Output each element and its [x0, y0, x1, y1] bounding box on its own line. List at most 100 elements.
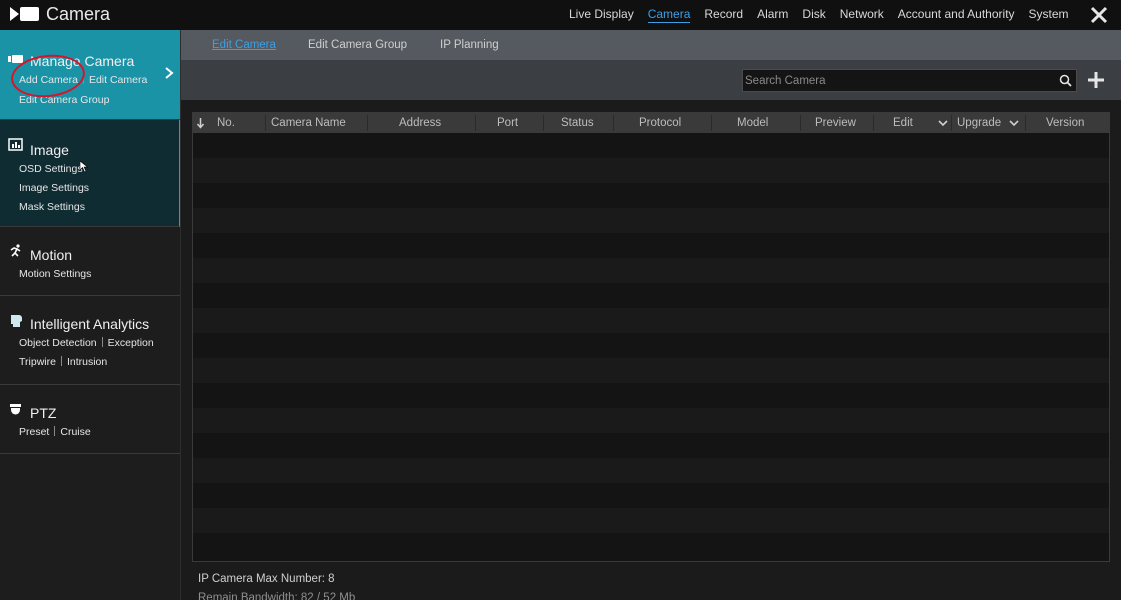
column-header-upgrade[interactable]: Upgrade [957, 117, 1001, 129]
table-header: No. Camera Name Address Port Status Prot… [193, 113, 1109, 133]
analytics-links-row1: Object Detection Exception [19, 337, 154, 349]
column-header-address[interactable]: Address [399, 117, 441, 129]
ptz-links: Preset Cruise [19, 426, 91, 438]
table-row [193, 158, 1109, 183]
sidebar-section-motion[interactable]: Motion Motion Settings [0, 227, 180, 296]
table-row [193, 133, 1109, 158]
chevron-down-icon[interactable] [1009, 120, 1019, 127]
sidebar-section-manage-camera[interactable]: Manage Camera Add Camera Edit Camera Edit… [0, 30, 180, 120]
link-object-detection[interactable]: Object Detection [19, 337, 97, 349]
table-row [193, 233, 1109, 258]
table-row [193, 408, 1109, 433]
link-edit-camera[interactable]: Edit Camera [89, 74, 147, 86]
column-header-protocol[interactable]: Protocol [639, 117, 681, 129]
table-row [193, 183, 1109, 208]
table-row [193, 333, 1109, 358]
camera-logo-icon [10, 7, 39, 21]
nav-system[interactable]: System [1022, 0, 1076, 30]
sidebar-section-image[interactable]: Image OSD Settings Image Settings Mask S… [0, 120, 180, 227]
table-body [193, 133, 1109, 561]
column-header-port[interactable]: Port [497, 117, 518, 129]
camera-table: No. Camera Name Address Port Status Prot… [192, 112, 1110, 562]
nav-record[interactable]: Record [697, 0, 750, 30]
column-divider [613, 115, 614, 131]
tab-bar: Edit Camera Edit Camera Group IP Plannin… [181, 30, 1121, 60]
section-title-image[interactable]: Image [30, 142, 69, 158]
column-header-camera-name[interactable]: Camera Name [271, 117, 346, 129]
nav-camera[interactable]: Camera [641, 0, 698, 30]
column-divider [543, 115, 544, 131]
column-header-model[interactable]: Model [737, 117, 768, 129]
column-divider [951, 115, 952, 131]
table-row [193, 458, 1109, 483]
link-preset[interactable]: Preset [19, 426, 49, 438]
tab-edit-camera-group[interactable]: Edit Camera Group [308, 39, 407, 51]
sort-arrow-down-icon[interactable] [196, 117, 205, 129]
column-divider [367, 115, 368, 131]
top-navigation: Live Display Camera Record Alarm Disk Ne… [562, 0, 1076, 30]
section-title-motion[interactable]: Motion [30, 247, 72, 263]
nav-account-and-authority[interactable]: Account and Authority [891, 0, 1022, 30]
column-header-version[interactable]: Version [1046, 117, 1084, 129]
ptz-dome-camera-icon [10, 404, 21, 415]
chevron-right-icon[interactable] [164, 66, 174, 80]
column-divider [265, 115, 266, 131]
link-motion-settings[interactable]: Motion Settings [19, 268, 91, 280]
table-row [193, 208, 1109, 233]
brain-head-icon [11, 315, 22, 327]
tab-edit-camera[interactable]: Edit Camera [212, 39, 276, 51]
column-header-edit[interactable]: Edit [893, 117, 913, 129]
link-separator [60, 356, 62, 366]
link-intrusion[interactable]: Intrusion [67, 356, 107, 368]
nav-live-display[interactable]: Live Display [562, 0, 641, 30]
close-icon[interactable] [1088, 4, 1110, 26]
search-icon[interactable] [1059, 74, 1072, 87]
column-divider [475, 115, 476, 131]
nav-disk[interactable]: Disk [795, 0, 832, 30]
running-person-icon [10, 244, 21, 257]
section-title-intelligent-analytics[interactable]: Intelligent Analytics [30, 316, 149, 332]
link-mask-settings[interactable]: Mask Settings [19, 201, 85, 213]
table-row [193, 383, 1109, 408]
column-divider [873, 115, 874, 131]
link-image-settings[interactable]: Image Settings [19, 182, 89, 194]
tab-ip-planning[interactable]: IP Planning [440, 39, 499, 51]
search-box [742, 69, 1077, 92]
search-input[interactable] [745, 71, 1045, 90]
mouse-cursor-icon [80, 161, 89, 173]
chevron-down-icon[interactable] [938, 120, 948, 127]
nav-network[interactable]: Network [833, 0, 891, 30]
nav-alarm[interactable]: Alarm [750, 0, 795, 30]
link-separator [54, 426, 56, 436]
table-row [193, 308, 1109, 333]
link-osd-settings[interactable]: OSD Settings [19, 163, 83, 175]
table-row [193, 258, 1109, 283]
column-header-preview[interactable]: Preview [815, 117, 856, 129]
column-divider [711, 115, 712, 131]
ip-camera-max-number: IP Camera Max Number: 8 [198, 573, 335, 585]
table-row [193, 508, 1109, 533]
section-title-ptz[interactable]: PTZ [30, 405, 56, 421]
column-divider [1025, 115, 1026, 131]
image-settings-icon [8, 138, 23, 151]
column-header-status[interactable]: Status [561, 117, 594, 129]
toolbar [181, 60, 1121, 100]
column-divider [800, 115, 801, 131]
link-tripwire[interactable]: Tripwire [19, 356, 56, 368]
app-title: Camera [46, 4, 111, 24]
column-header-no[interactable]: No. [217, 117, 235, 129]
table-row [193, 358, 1109, 383]
sidebar: Manage Camera Add Camera Edit Camera Edit… [0, 30, 181, 600]
link-cruise[interactable]: Cruise [60, 426, 90, 438]
sidebar-section-ptz[interactable]: PTZ Preset Cruise [0, 385, 180, 454]
link-exception[interactable]: Exception [108, 337, 154, 349]
add-camera-plus-icon[interactable] [1087, 71, 1105, 89]
table-row [193, 433, 1109, 458]
table-row [193, 483, 1109, 508]
top-bar: Camera Live Display Camera Record Alarm … [0, 0, 1121, 30]
sidebar-section-intelligent-analytics[interactable]: Intelligent Analytics Object Detection Ex… [0, 296, 180, 385]
table-row [193, 533, 1109, 558]
remain-bandwidth-text: Remain Bandwidth: 82 / 52 Mb [198, 592, 356, 600]
table-row [193, 283, 1109, 308]
link-separator [101, 337, 103, 347]
